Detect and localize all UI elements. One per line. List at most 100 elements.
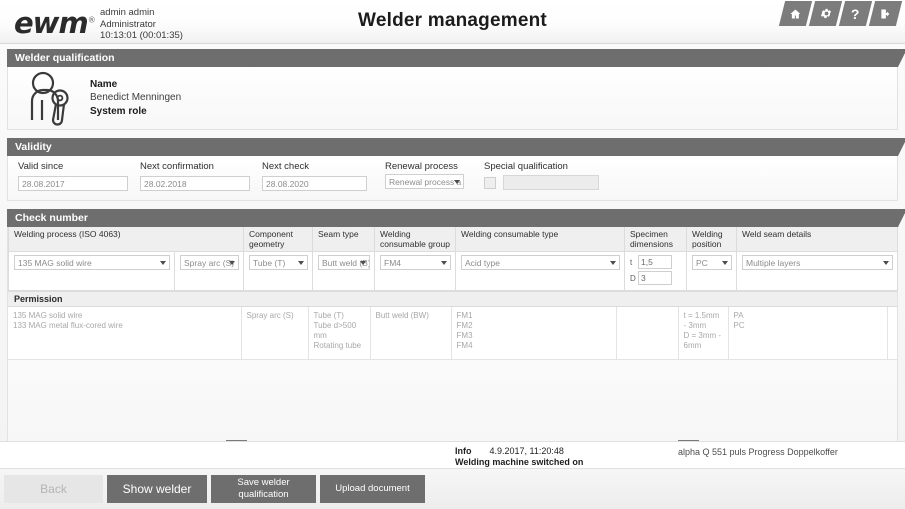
logout-icon [879,8,892,20]
cell-consumable-type: Acid type [455,251,625,291]
nav-tab-home[interactable] [778,1,813,26]
cell-welding-process: 135 MAG solid wire [8,251,175,291]
specimen-thickness-row: t [630,255,682,269]
permission-table: 135 MAG solid wire 133 MAG metal flux-co… [8,307,897,360]
consumable-type-value: Acid type [465,258,500,268]
perm-welding-position: PA PC [728,307,888,360]
perm-consumable-type [616,307,679,360]
field-special-qualification: Special qualification [484,161,600,200]
renewal-process-select[interactable]: Renewal process a [385,174,464,189]
status-info: Info 4.9.2017, 11:20:48 Welding machine s… [455,446,583,468]
upload-document-button[interactable]: Upload document [320,475,425,503]
weld-seam-details-value: Multiple layers [746,258,801,268]
consumable-type-select[interactable]: Acid type [461,255,620,270]
consumable-group-select[interactable]: FM4 [380,255,451,270]
nav-tab-logout[interactable] [868,1,903,26]
weld-seam-details-select[interactable]: Multiple layers [742,255,893,270]
welding-position-value: PC [696,258,708,268]
chevron-down-icon [160,261,166,265]
cell-seam-type: Butt weld (B) [312,251,375,291]
show-welder-button[interactable]: Show welder [107,475,207,503]
welder-qualification-panel: Welder qualification Name Benedict Menni… [7,49,905,130]
col-welding-process: Welding process (ISO 4063) [8,227,244,252]
check-number-body: Welding process (ISO 4063) Component geo… [7,227,898,442]
col-consumable-type: Welding consumable type [455,227,625,252]
chevron-down-icon [360,261,366,265]
seam-type-select[interactable]: Butt weld (B) [318,255,370,270]
selection-row: 135 MAG solid wire Spray arc (S) Tube (T… [8,251,898,291]
chevron-down-icon [722,261,728,265]
component-geometry-value: Tube (T) [253,258,286,268]
valid-since-label: Valid since [18,161,64,172]
validity-panel: Validity Valid since Next confirmation N… [7,138,905,201]
chevron-down-icon [229,261,235,265]
cell-component-geometry: Tube (T) [243,251,313,291]
special-qualification-checkbox[interactable] [484,176,496,189]
check-number-table: Welding process (ISO 4063) Component geo… [8,227,898,291]
welding-process-select[interactable]: 135 MAG solid wire [14,255,170,270]
top-header-bar: ewm® admin admin Administrator 10:13:01 … [0,0,905,44]
perm-seam-type: Butt weld (BW) [370,307,452,360]
cell-welding-position: PC [686,251,737,291]
nav-tab-settings[interactable] [808,1,843,26]
table-header-row: Welding process (ISO 4063) Component geo… [8,227,898,252]
arc-type-select[interactable]: Spray arc (S) [180,255,239,270]
welding-position-select[interactable]: PC [692,255,732,270]
welder-qualification-body: Name Benedict Menningen System role [7,67,898,130]
col-welding-position: Welding position [686,227,737,252]
chevron-down-icon [610,261,616,265]
perm-component-geometry: Tube (T) Tube d>500 mm Rotating tube [308,307,371,360]
chevron-down-icon [454,180,460,184]
name-value: Benedict Menningen [90,92,182,104]
renewal-process-value: Renewal process a [389,177,462,187]
specimen-diameter-row: D [630,271,682,285]
status-message: Welding machine switched on [455,457,584,467]
component-geometry-select[interactable]: Tube (T) [249,255,308,270]
perm-welding-process: 135 MAG solid wire 133 MAG metal flux-co… [8,307,242,360]
validity-header: Validity [7,138,905,156]
status-bar: Info 4.9.2017, 11:20:48 Welding machine s… [0,441,905,469]
check-number-panel: Check number Welding process (ISO 4063) … [7,209,905,442]
save-welder-qualification-button[interactable]: Save welder qualification [211,475,316,503]
help-icon: ? [851,5,860,22]
next-confirmation-input[interactable] [140,176,250,191]
renewal-process-label: Renewal process [385,161,458,172]
arc-type-value: Spray arc (S) [184,258,235,268]
field-next-confirmation: Next confirmation [140,161,250,200]
specimen-diameter-input[interactable] [638,271,672,285]
col-weld-seam-details: Weld seam details [736,227,898,252]
chevron-down-icon [441,261,447,265]
col-consumable-group: Welding consumable group [374,227,456,252]
perm-consumable-group: FM1 FM2 FM3 FM4 [451,307,617,360]
perm-specimen-dimensions: t = 1.5mm - 3mm D = 3mm - 6mm [678,307,729,360]
application-window: ewm® admin admin Administrator 10:13:01 … [0,0,905,509]
permission-row: 135 MAG solid wire 133 MAG metal flux-co… [8,307,897,360]
nav-tab-group: ? [778,1,903,26]
nav-tab-help[interactable]: ? [838,1,873,26]
specimen-thickness-label: t [630,257,633,267]
name-label: Name [90,78,118,90]
specimen-diameter-label: D [630,273,636,283]
next-check-input[interactable] [262,176,367,191]
field-valid-since: Valid since [18,161,128,200]
back-button[interactable]: Back [4,475,103,503]
cell-specimen-dimensions: t D [624,251,687,291]
special-qualification-input [503,175,600,191]
field-renewal-process: Renewal process Renewal process a [385,161,464,200]
chevron-down-icon [883,261,889,265]
welder-details: Name Benedict Menningen System role [90,78,181,119]
page-title: Welder management [358,10,547,31]
next-check-label: Next check [262,161,309,172]
consumable-group-value: FM4 [384,258,401,268]
cell-arc-type: Spray arc (S) [174,251,244,291]
validity-body: Valid since Next confirmation Next check… [7,156,898,201]
settings-icon [819,7,833,20]
welder-person-icon [20,70,82,126]
cell-consumable-group: FM4 [374,251,456,291]
specimen-thickness-input[interactable] [638,255,672,269]
welding-process-value: 135 MAG solid wire [18,258,92,268]
chevron-down-icon [298,261,304,265]
col-component-geometry: Component geometry [243,227,313,252]
valid-since-input[interactable] [18,176,128,191]
next-confirmation-label: Next confirmation [140,161,214,172]
